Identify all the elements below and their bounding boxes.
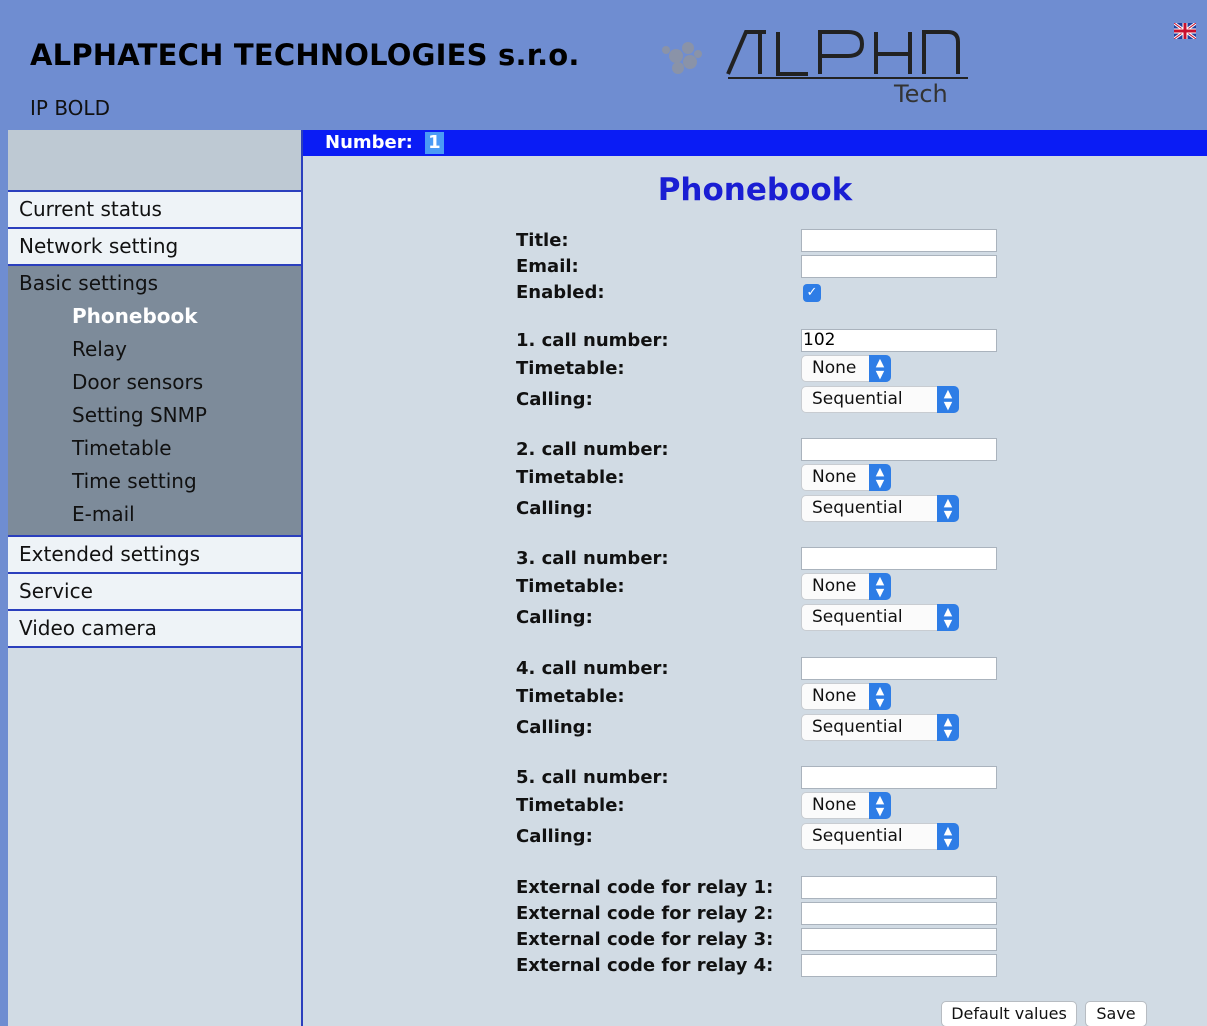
save-button[interactable]: Save — [1085, 1001, 1147, 1026]
select-arrows-icon: ▲ ▼ — [937, 714, 959, 741]
call3-calling-label: Calling: — [516, 607, 593, 628]
call5-calling-label: Calling: — [516, 826, 593, 847]
relay2-code-input[interactable] — [801, 902, 997, 925]
main-content: Phonebook Title: Email: Enabled: ✓ 1. ca… — [303, 156, 1207, 1026]
menu-door-sensors[interactable]: Door sensors — [8, 366, 301, 399]
header: ALPHATECH TECHNOLOGIES s.r.o. IP BOLD Te… — [8, 8, 1207, 130]
relay3-code-label: External code for relay 3: — [516, 929, 774, 950]
number-label: Number: — [325, 132, 413, 153]
relay4-code-label: External code for relay 4: — [516, 955, 774, 976]
call1-timetable-select[interactable]: None ▲ ▼ — [801, 355, 891, 382]
call4-timetable-value: None — [812, 686, 857, 706]
menu-time-setting[interactable]: Time setting — [8, 465, 301, 498]
logo-subtext: Tech — [893, 80, 948, 108]
call3-calling-value: Sequential — [812, 607, 903, 627]
call3-timetable-label: Timetable: — [516, 576, 625, 597]
number-value[interactable]: 1 — [425, 132, 444, 154]
call2-number-label: 2. call number: — [516, 439, 669, 460]
call5-timetable-select[interactable]: None ▲ ▼ — [801, 792, 891, 819]
email-input[interactable] — [801, 255, 997, 278]
call5-timetable-value: None — [812, 795, 857, 815]
call2-timetable-value: None — [812, 467, 857, 487]
select-arrows-icon: ▲ ▼ — [869, 573, 891, 600]
call1-timetable-label: Timetable: — [516, 358, 625, 379]
menu-current-status[interactable]: Current status — [8, 192, 301, 229]
menu-service[interactable]: Service — [8, 574, 301, 611]
select-arrows-icon: ▲ ▼ — [869, 355, 891, 382]
select-arrows-icon: ▲ ▼ — [869, 792, 891, 819]
call2-calling-value: Sequential — [812, 498, 903, 518]
call2-number-input[interactable] — [801, 438, 997, 461]
call3-number-input[interactable] — [801, 547, 997, 570]
select-arrows-icon: ▲ ▼ — [937, 386, 959, 413]
menu-email[interactable]: E-mail — [8, 498, 301, 531]
call4-timetable-label: Timetable: — [516, 686, 625, 707]
sidebar-spacer — [8, 130, 301, 192]
call3-number-label: 3. call number: — [516, 548, 669, 569]
select-arrows-icon: ▲ ▼ — [869, 464, 891, 491]
call3-timetable-select[interactable]: None ▲ ▼ — [801, 573, 891, 600]
menu-setting-snmp[interactable]: Setting SNMP — [8, 399, 301, 432]
call4-number-label: 4. call number: — [516, 658, 669, 679]
call1-number-input[interactable]: 102 — [801, 329, 997, 352]
call4-calling-select[interactable]: Sequential ▲ ▼ — [801, 714, 959, 741]
relay3-code-input[interactable] — [801, 928, 997, 951]
call4-timetable-select[interactable]: None ▲ ▼ — [801, 683, 891, 710]
number-bar: Number: 1 — [303, 130, 1207, 156]
uk-flag-icon[interactable] — [1174, 23, 1196, 39]
select-arrows-icon: ▲ ▼ — [937, 495, 959, 522]
menu-group-basic-settings: Basic settings Phonebook Relay Door sens… — [8, 266, 301, 537]
call3-timetable-value: None — [812, 576, 857, 596]
call1-timetable-value: None — [812, 358, 857, 378]
relay4-code-input[interactable] — [801, 954, 997, 977]
call5-calling-select[interactable]: Sequential ▲ ▼ — [801, 823, 959, 850]
call1-calling-value: Sequential — [812, 389, 903, 409]
email-label: Email: — [516, 256, 579, 277]
relay1-code-label: External code for relay 1: — [516, 877, 774, 898]
menu-phonebook[interactable]: Phonebook — [8, 300, 301, 333]
call5-number-input[interactable] — [801, 766, 997, 789]
call4-calling-value: Sequential — [812, 717, 903, 737]
menu-network-setting[interactable]: Network setting — [8, 229, 301, 266]
title-input[interactable] — [801, 229, 997, 252]
select-arrows-icon: ▲ ▼ — [869, 683, 891, 710]
call1-calling-select[interactable]: Sequential ▲ ▼ — [801, 386, 959, 413]
call4-calling-label: Calling: — [516, 717, 593, 738]
menu-video-camera[interactable]: Video camera — [8, 611, 301, 648]
company-name: ALPHATECH TECHNOLOGIES s.r.o. — [30, 38, 580, 72]
enabled-checkbox[interactable]: ✓ — [803, 284, 821, 302]
call2-timetable-label: Timetable: — [516, 467, 625, 488]
call5-number-label: 5. call number: — [516, 767, 669, 788]
page-title: Phonebook — [657, 172, 853, 208]
call5-timetable-label: Timetable: — [516, 795, 625, 816]
menu-timetable[interactable]: Timetable — [8, 432, 301, 465]
default-values-button[interactable]: Default values — [941, 1001, 1077, 1026]
menu-basic-settings[interactable]: Basic settings — [8, 266, 301, 300]
sidebar: Current status Network setting Basic set… — [8, 130, 303, 1026]
call3-calling-select[interactable]: Sequential ▲ ▼ — [801, 604, 959, 631]
enabled-label: Enabled: — [516, 282, 605, 303]
call2-calling-label: Calling: — [516, 498, 593, 519]
call2-calling-select[interactable]: Sequential ▲ ▼ — [801, 495, 959, 522]
call5-calling-value: Sequential — [812, 826, 903, 846]
alphatech-logo: Tech — [662, 30, 968, 108]
relay2-code-label: External code for relay 2: — [516, 903, 774, 924]
product-name: IP BOLD — [30, 96, 110, 120]
call4-number-input[interactable] — [801, 657, 997, 680]
menu-relay[interactable]: Relay — [8, 333, 301, 366]
title-label: Title: — [516, 230, 569, 251]
relay1-code-input[interactable] — [801, 876, 997, 899]
call1-calling-label: Calling: — [516, 389, 593, 410]
select-arrows-icon: ▲ ▼ — [937, 823, 959, 850]
select-arrows-icon: ▲ ▼ — [937, 604, 959, 631]
call1-number-label: 1. call number: — [516, 330, 669, 351]
menu-extended-settings[interactable]: Extended settings — [8, 537, 301, 574]
call2-timetable-select[interactable]: None ▲ ▼ — [801, 464, 891, 491]
